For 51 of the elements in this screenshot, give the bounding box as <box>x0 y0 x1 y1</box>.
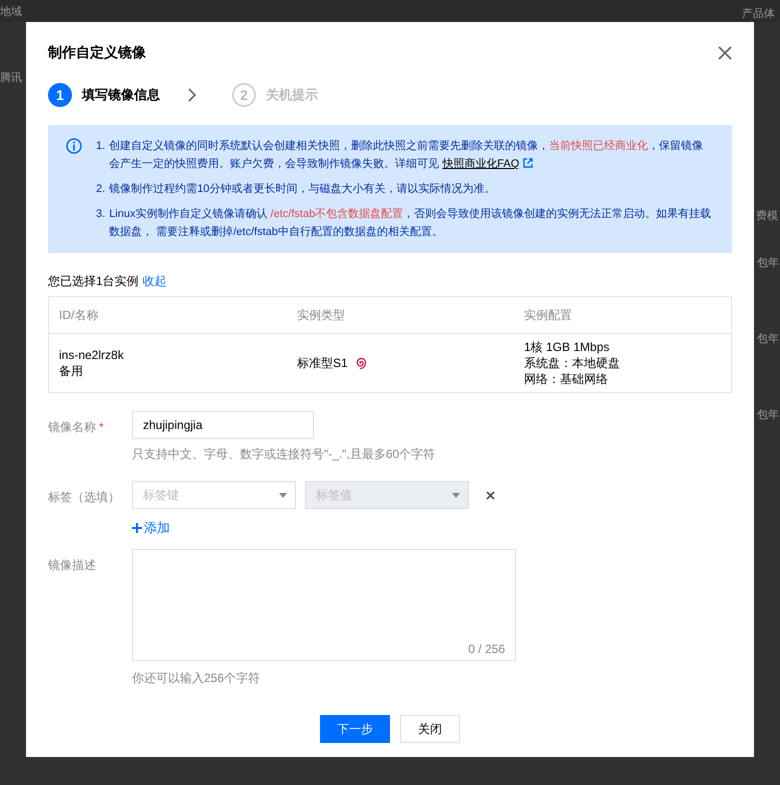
field-label: 镜像描述 <box>48 558 96 572</box>
instance-type: 标准型S1 <box>297 355 348 371</box>
selection-summary: 您已选择1台实例 <box>48 273 139 290</box>
field-label: 标签（选填） <box>48 490 120 504</box>
collapse-link[interactable]: 收起 <box>142 273 167 290</box>
step-label: 关机提示 <box>266 86 318 104</box>
config-text: 1核 1GB 1Mbps <box>524 339 610 355</box>
background-text: 费模 <box>756 209 778 223</box>
background-text: 产品体 <box>742 6 775 21</box>
faq-link[interactable]: 快照商业化FAQ <box>442 158 534 170</box>
dialog-title: 制作自定义镜像 <box>48 44 146 62</box>
notice-text: 创建自定义镜像的同时系统默认会创建相关快照，删除此快照之前需要先删除关联的镜像，当前快照已经商业化，保留镜像会产生一定的快照费用。账户欠费，会导致制作镜像失败。详细可见 快照商业化FAQ <box>109 138 704 172</box>
remove-icon[interactable] <box>486 490 495 500</box>
caret-icon <box>279 492 287 498</box>
plus-icon <box>132 523 142 533</box>
field-label: 镜像名称 <box>48 420 96 434</box>
background-text: 地域 <box>0 5 22 19</box>
column-header: 实例配置 <box>514 296 732 334</box>
next-button[interactable]: 下一步 <box>320 715 390 743</box>
config-text: 系统盘：本地硬盘 <box>524 355 621 371</box>
field-hint: 只支持中文、字母、数字或连接符号"-_.",且最多60个字符 <box>132 446 436 463</box>
instance-name: 备用 <box>59 363 84 379</box>
close-icon[interactable] <box>718 46 732 60</box>
char-counter: 0 / 256 <box>468 642 505 656</box>
add-tag-link[interactable]: 添加 <box>132 519 170 537</box>
field-hint: 你还可以输入256个字符 <box>132 670 262 687</box>
background-text: 包年 <box>757 408 780 422</box>
column-header: 实例类型 <box>287 296 514 334</box>
caret-icon <box>452 492 460 498</box>
info-icon <box>66 138 82 154</box>
step-number: 1 <box>48 83 72 107</box>
required-mark: * <box>99 420 104 434</box>
notice-number: 1. <box>96 139 106 154</box>
step-label: 填写镜像信息 <box>82 86 160 104</box>
notice-number: 3. <box>96 207 106 222</box>
notice-text: 镜像制作过程约需10分钟或者更长时间，与磁盘大小有关，请以实际情况为准。 <box>109 182 496 197</box>
step-number: 2 <box>232 83 256 107</box>
chevron-icon <box>186 88 198 102</box>
instance-id: ins-ne2lrz8k <box>59 347 125 363</box>
background-text: 腾讯 <box>0 71 22 85</box>
description-field[interactable]: 0 / 256 <box>132 549 516 661</box>
column-header: ID/名称 <box>48 296 287 334</box>
background-text: 包年 <box>757 256 780 270</box>
notice-text: Linux实例制作自定义镜像请确认 /etc/fstab不包含数据盘配置，否则会导致使用该镜像创建的实例无法正常启动。如果有挂载数据盘， 需要注释或删掉/etc/fstab中自行配置的数据盘的相关配置。 <box>109 206 712 240</box>
background-text: 包年 <box>757 332 780 346</box>
notice-number: 2. <box>96 182 106 197</box>
image-name-field[interactable]: zhujipingjia <box>132 411 314 439</box>
config-text: 网络：基础网络 <box>524 371 609 387</box>
external-link-icon <box>523 158 534 168</box>
swirl-icon <box>354 356 367 370</box>
close-button[interactable]: 关闭 <box>400 715 460 743</box>
